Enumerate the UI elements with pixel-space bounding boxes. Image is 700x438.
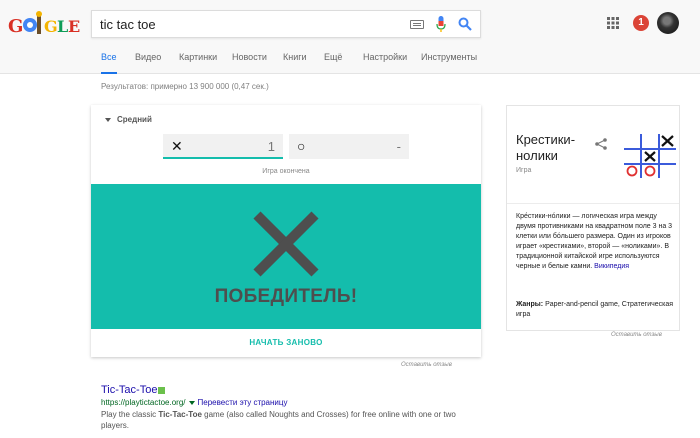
svg-text:E: E [68, 17, 80, 36]
o-icon: ○ [297, 138, 306, 154]
svg-text:G: G [44, 17, 58, 36]
notification-badge[interactable]: 1 [633, 15, 649, 31]
game-badge-icon [158, 386, 166, 394]
kp-feedback-link[interactable]: Оставить отзыв [611, 332, 662, 338]
caret-down-icon [105, 117, 111, 122]
game-board[interactable]: ПОБЕДИТЕЛЬ! [91, 184, 481, 329]
search-box[interactable] [91, 10, 481, 38]
player-o-score: - [396, 139, 401, 154]
snippet-bold: Tic-Tac-Toe [158, 410, 202, 419]
snippet-before: Play the classic [101, 410, 159, 419]
result-url-line: https://playtictactoe.org/Перевести эту … [101, 398, 287, 407]
difficulty-dropdown[interactable]: Средний [105, 115, 152, 124]
tab-tools[interactable]: Инструменты [421, 52, 477, 74]
result-title-text[interactable]: Tic-Tac-Toe [101, 384, 157, 396]
svg-text:G: G [8, 16, 23, 37]
difficulty-label: Средний [117, 115, 152, 124]
tab-all[interactable]: Все [101, 52, 117, 74]
search-icon[interactable] [458, 17, 472, 31]
results-count: Результатов: примерно 13 900 000 (0,47 с… [101, 82, 269, 91]
mic-icon[interactable] [436, 16, 446, 33]
kp-title: Крестики-нолики [516, 132, 576, 163]
search-header: G G L E 1 Все Видео Картинк [0, 0, 700, 74]
tic-tac-toe-board-image[interactable] [622, 132, 678, 180]
player-x-score-box: ✕ 1 [163, 134, 283, 159]
player-o-score-box: ○ - [289, 134, 409, 159]
translate-link[interactable]: Перевести эту страницу [198, 398, 288, 407]
player-x-score: 1 [267, 139, 275, 154]
kp-divider [507, 203, 679, 204]
svg-text:L: L [57, 17, 68, 36]
avatar[interactable] [657, 12, 679, 34]
feedback-link[interactable]: Оставить отзыв [401, 362, 452, 368]
tab-news[interactable]: Новости [232, 52, 267, 74]
result-title-link[interactable]: Tic-Tac-Toe [101, 384, 166, 396]
tab-more[interactable]: Ещё [324, 52, 342, 74]
url-menu-caret-icon[interactable] [188, 400, 195, 405]
game-status: Игра окончена [262, 168, 310, 175]
wikipedia-link[interactable]: Википедия [594, 263, 629, 270]
winner-text: ПОБЕДИТЕЛЬ! [214, 286, 358, 307]
result-url: https://playtictactoe.org/ [101, 398, 186, 407]
keyboard-icon[interactable] [410, 20, 424, 29]
apps-grid-icon[interactable] [607, 17, 619, 29]
tab-settings[interactable]: Настройки [363, 52, 407, 74]
result-snippet: Play the classic Tic-Tac-Toe game (also … [101, 409, 481, 431]
x-icon: ✕ [171, 138, 183, 154]
kp-genres-label: Жанры: [516, 301, 544, 308]
search-input[interactable] [100, 11, 400, 37]
knowledge-panel: Крестики-нолики Игра Кре́стики-но́лики —… [506, 105, 680, 331]
winner-x-icon [253, 211, 319, 277]
tic-tac-toe-card: Средний ✕ 1 ○ - Игра окончена ПОБЕДИТЕЛЬ… [91, 105, 481, 357]
kp-description: Кре́стики-но́лики — логическая игра межд… [516, 212, 676, 272]
kp-genres: Жанры: Paper-and-pencil game, Стратегиче… [516, 300, 676, 320]
tab-images[interactable]: Картинки [179, 52, 217, 74]
kp-subtitle: Игра [516, 167, 532, 174]
tab-books[interactable]: Книги [283, 52, 307, 74]
restart-button[interactable]: НАЧАТЬ ЗАНОВО [91, 329, 481, 357]
google-doodle-logo[interactable]: G G L E [6, 8, 82, 40]
kp-description-text: Кре́стики-но́лики — логическая игра межд… [516, 213, 673, 270]
share-icon[interactable] [595, 138, 607, 150]
tab-video[interactable]: Видео [135, 52, 161, 74]
